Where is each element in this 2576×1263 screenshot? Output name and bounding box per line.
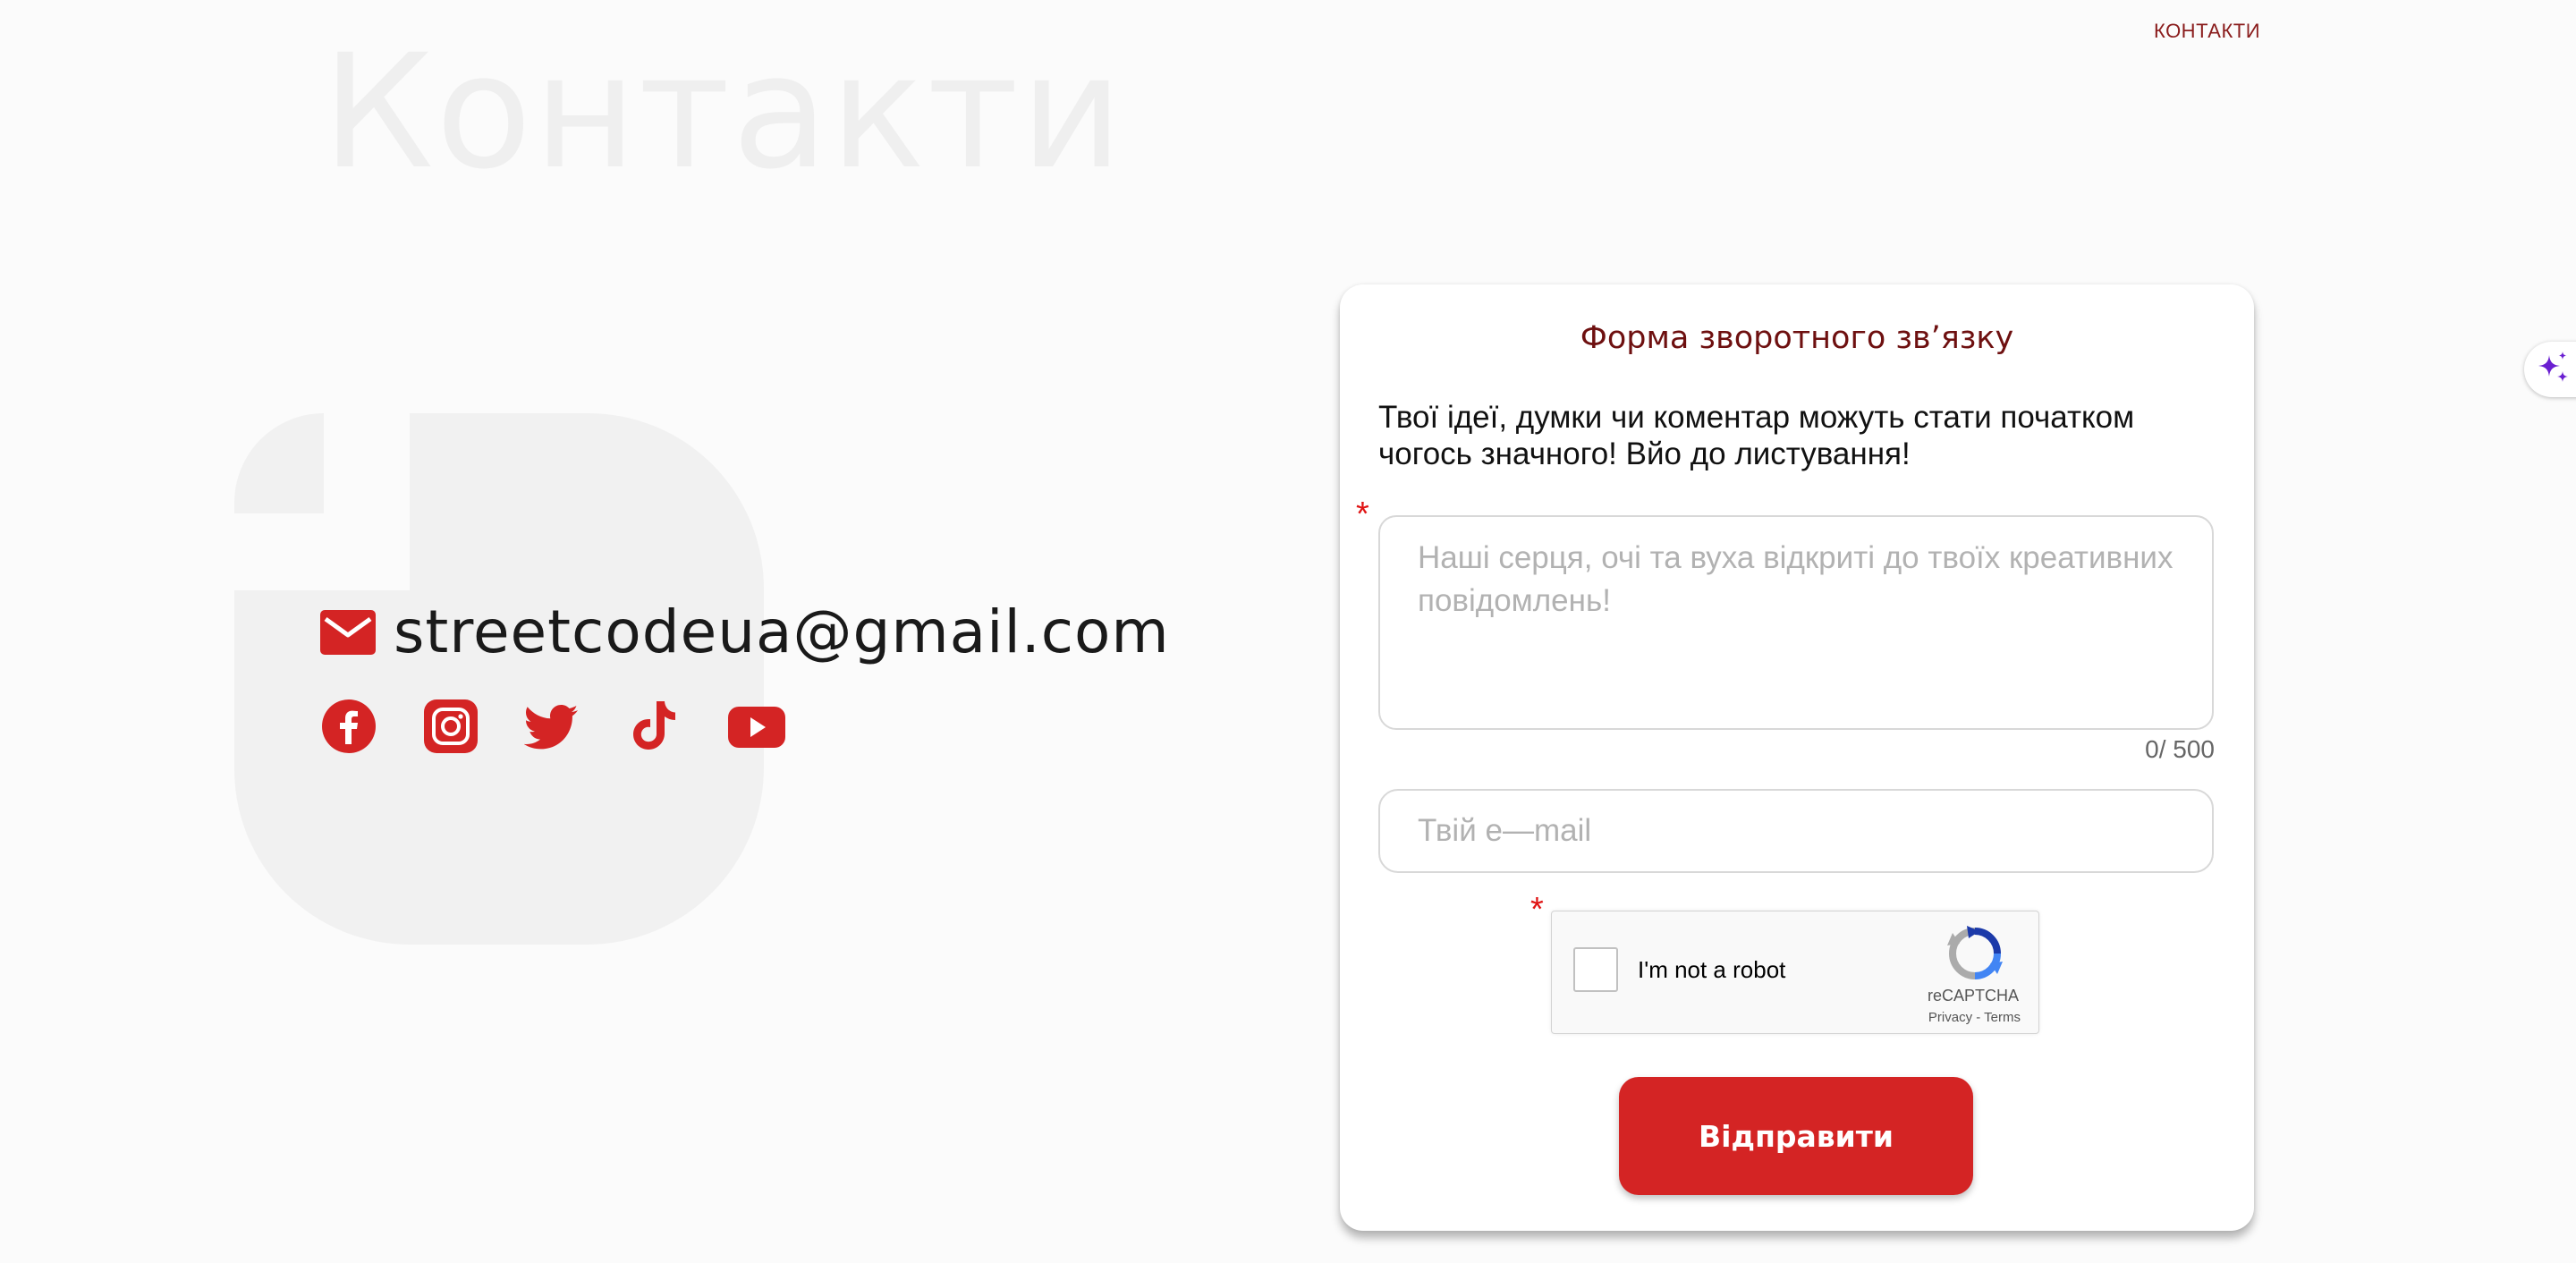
facebook-icon[interactable]	[320, 698, 377, 755]
email-link[interactable]: streetcodeua@gmail.com	[394, 598, 1170, 666]
recaptcha-label: I'm not a robot	[1638, 956, 1786, 983]
character-counter: 0/ 500	[2145, 735, 2215, 763]
twitter-icon[interactable]	[524, 698, 581, 755]
recaptcha-separator: -	[1972, 1010, 1985, 1025]
ai-assistant-button[interactable]	[2524, 342, 2576, 397]
tiktok-icon[interactable]	[626, 698, 683, 755]
instagram-icon[interactable]	[422, 698, 479, 755]
required-mark: *	[1530, 891, 1544, 928]
email-contact: streetcodeua@gmail.com	[320, 598, 1170, 666]
recaptcha-checkbox[interactable]	[1573, 947, 1618, 992]
recaptcha-brand: reCAPTCHA	[1927, 987, 2019, 1004]
breadcrumb-contacts[interactable]: КОНТАКТИ	[2154, 20, 2260, 43]
youtube-icon[interactable]	[728, 698, 785, 755]
submit-button[interactable]: Відправити	[1619, 1077, 1973, 1195]
message-textarea[interactable]	[1378, 515, 2214, 730]
social-links	[320, 698, 785, 755]
recaptcha-widget: I'm not a robot reCAPTCHA Privacy - Term…	[1551, 911, 2039, 1034]
recaptcha-terms-link[interactable]: Terms	[1984, 1010, 2021, 1025]
form-intro: Твої ідеї, думки чи коментар можуть стат…	[1378, 400, 2135, 471]
recaptcha-logo-icon	[1947, 926, 2003, 979]
recaptcha-privacy-link[interactable]: Privacy	[1928, 1010, 1972, 1025]
email-input[interactable]	[1378, 789, 2214, 873]
streetcode-logo-watermark	[234, 413, 764, 945]
recaptcha-links: Privacy - Terms	[1928, 1010, 2021, 1025]
sparkle-icon	[2538, 352, 2568, 382]
feedback-form-card: Форма зворотного зв’язку Твої ідеї, думк…	[1340, 284, 2254, 1231]
required-mark: *	[1356, 496, 1369, 533]
form-title: Форма зворотного зв’язку	[1580, 320, 2014, 356]
page-title-watermark: Контакти	[322, 21, 1125, 204]
mail-icon	[320, 609, 376, 655]
